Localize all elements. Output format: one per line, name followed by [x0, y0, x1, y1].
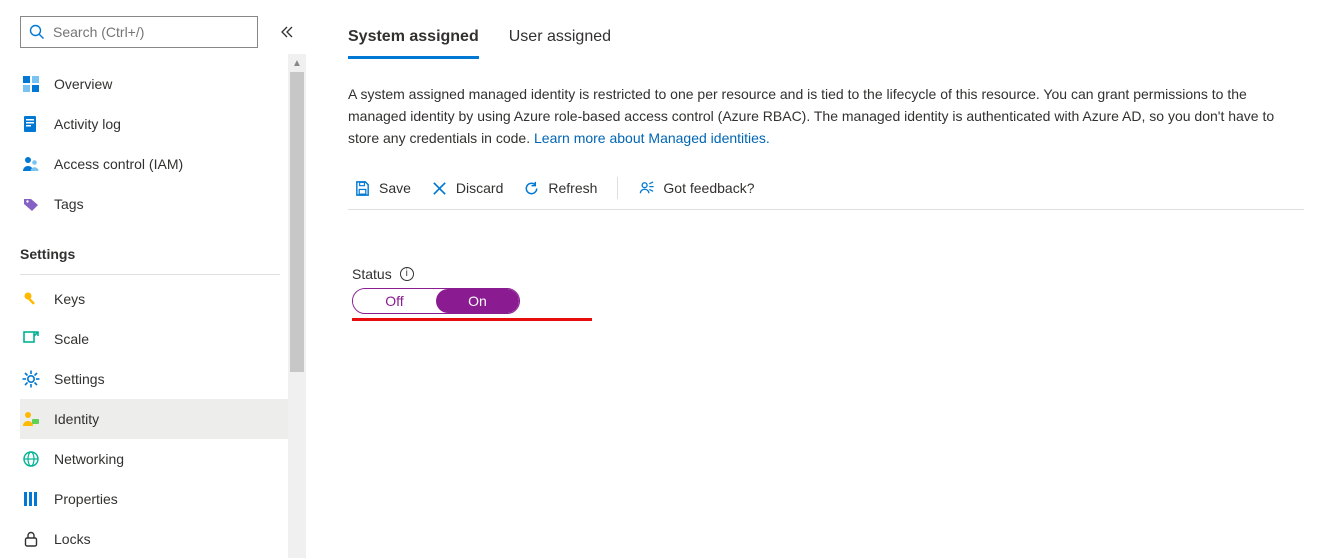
- key-icon: [22, 290, 40, 308]
- status-toggle-off[interactable]: Off: [353, 289, 436, 313]
- chevron-double-left-icon: [280, 25, 294, 39]
- section-divider: [20, 274, 280, 275]
- sidebar-item-identity[interactable]: Identity: [20, 399, 306, 439]
- access-control-icon: [22, 155, 40, 173]
- sidebar-item-overview[interactable]: Overview: [20, 64, 306, 104]
- scrollbar-up-arrow[interactable]: ▲: [288, 54, 306, 72]
- status-field: Status i Off On: [348, 266, 1304, 321]
- discard-label: Discard: [456, 180, 503, 196]
- save-icon: [354, 180, 371, 197]
- feedback-icon: [638, 180, 655, 197]
- discard-button[interactable]: Discard: [431, 180, 503, 197]
- intro-text: A system assigned managed identity is re…: [348, 86, 1274, 146]
- save-button[interactable]: Save: [354, 180, 411, 197]
- refresh-label: Refresh: [548, 180, 597, 196]
- info-icon[interactable]: i: [400, 267, 414, 281]
- sidebar-item-access-control[interactable]: Access control (IAM): [20, 144, 306, 184]
- intro-paragraph: A system assigned managed identity is re…: [348, 83, 1288, 149]
- search-row: [20, 16, 306, 48]
- search-box[interactable]: [20, 16, 258, 48]
- sidebar-nav: Overview Activity log Access control (IA…: [20, 64, 306, 559]
- sidebar-item-scale[interactable]: Scale: [20, 319, 306, 359]
- lock-icon: [22, 530, 40, 548]
- feedback-label: Got feedback?: [663, 180, 754, 196]
- sidebar-item-label: Overview: [54, 76, 112, 92]
- sidebar-section-settings: Settings: [20, 246, 306, 268]
- sidebar-item-label: Scale: [54, 331, 89, 347]
- sidebar-item-settings[interactable]: Settings: [20, 359, 306, 399]
- save-label: Save: [379, 180, 411, 196]
- refresh-icon: [523, 180, 540, 197]
- sidebar-scrollbar[interactable]: ▲: [288, 54, 306, 558]
- sidebar-item-properties[interactable]: Properties: [20, 479, 306, 519]
- tabs: System assigned User assigned: [348, 28, 1304, 59]
- command-bar: Save Discard Refresh Got feedback?: [348, 169, 1304, 210]
- sidebar-item-activity-log[interactable]: Activity log: [20, 104, 306, 144]
- scale-icon: [22, 330, 40, 348]
- identity-icon: [22, 410, 40, 428]
- sidebar-item-keys[interactable]: Keys: [20, 279, 306, 319]
- sidebar-item-label: Properties: [54, 491, 118, 507]
- sidebar-item-label: Identity: [54, 411, 99, 427]
- sidebar-item-label: Locks: [54, 531, 91, 547]
- overview-icon: [22, 75, 40, 93]
- tags-icon: [22, 195, 40, 213]
- sidebar-item-label: Keys: [54, 291, 85, 307]
- refresh-button[interactable]: Refresh: [523, 180, 597, 197]
- gear-icon: [22, 370, 40, 388]
- learn-more-link[interactable]: Learn more about Managed identities.: [534, 130, 770, 146]
- sidebar-item-label: Tags: [54, 196, 84, 212]
- sidebar-item-locks[interactable]: Locks: [20, 519, 306, 559]
- tab-user-assigned[interactable]: User assigned: [509, 28, 611, 59]
- status-label-row: Status i: [352, 266, 1304, 282]
- app-root: Overview Activity log Access control (IA…: [0, 0, 1332, 558]
- collapse-sidebar-button[interactable]: [278, 23, 296, 41]
- sidebar-item-label: Access control (IAM): [54, 156, 183, 172]
- sidebar-item-tags[interactable]: Tags: [20, 184, 306, 224]
- status-toggle[interactable]: Off On: [352, 288, 520, 314]
- properties-icon: [22, 490, 40, 508]
- command-bar-separator: [617, 177, 618, 199]
- sidebar-item-label: Networking: [54, 451, 124, 467]
- sidebar-item-label: Settings: [54, 371, 105, 387]
- networking-icon: [22, 450, 40, 468]
- sidebar: Overview Activity log Access control (IA…: [0, 0, 306, 558]
- search-input[interactable]: [51, 23, 249, 41]
- scrollbar-thumb[interactable]: [290, 72, 304, 372]
- sidebar-item-networking[interactable]: Networking: [20, 439, 306, 479]
- annotation-underline: [352, 318, 592, 321]
- activity-log-icon: [22, 115, 40, 133]
- tab-system-assigned[interactable]: System assigned: [348, 28, 479, 59]
- main-pane: System assigned User assigned A system a…: [306, 0, 1332, 558]
- status-toggle-on[interactable]: On: [436, 289, 519, 313]
- discard-icon: [431, 180, 448, 197]
- status-label: Status: [352, 266, 392, 282]
- search-icon: [29, 24, 45, 40]
- feedback-button[interactable]: Got feedback?: [638, 180, 754, 197]
- sidebar-item-label: Activity log: [54, 116, 121, 132]
